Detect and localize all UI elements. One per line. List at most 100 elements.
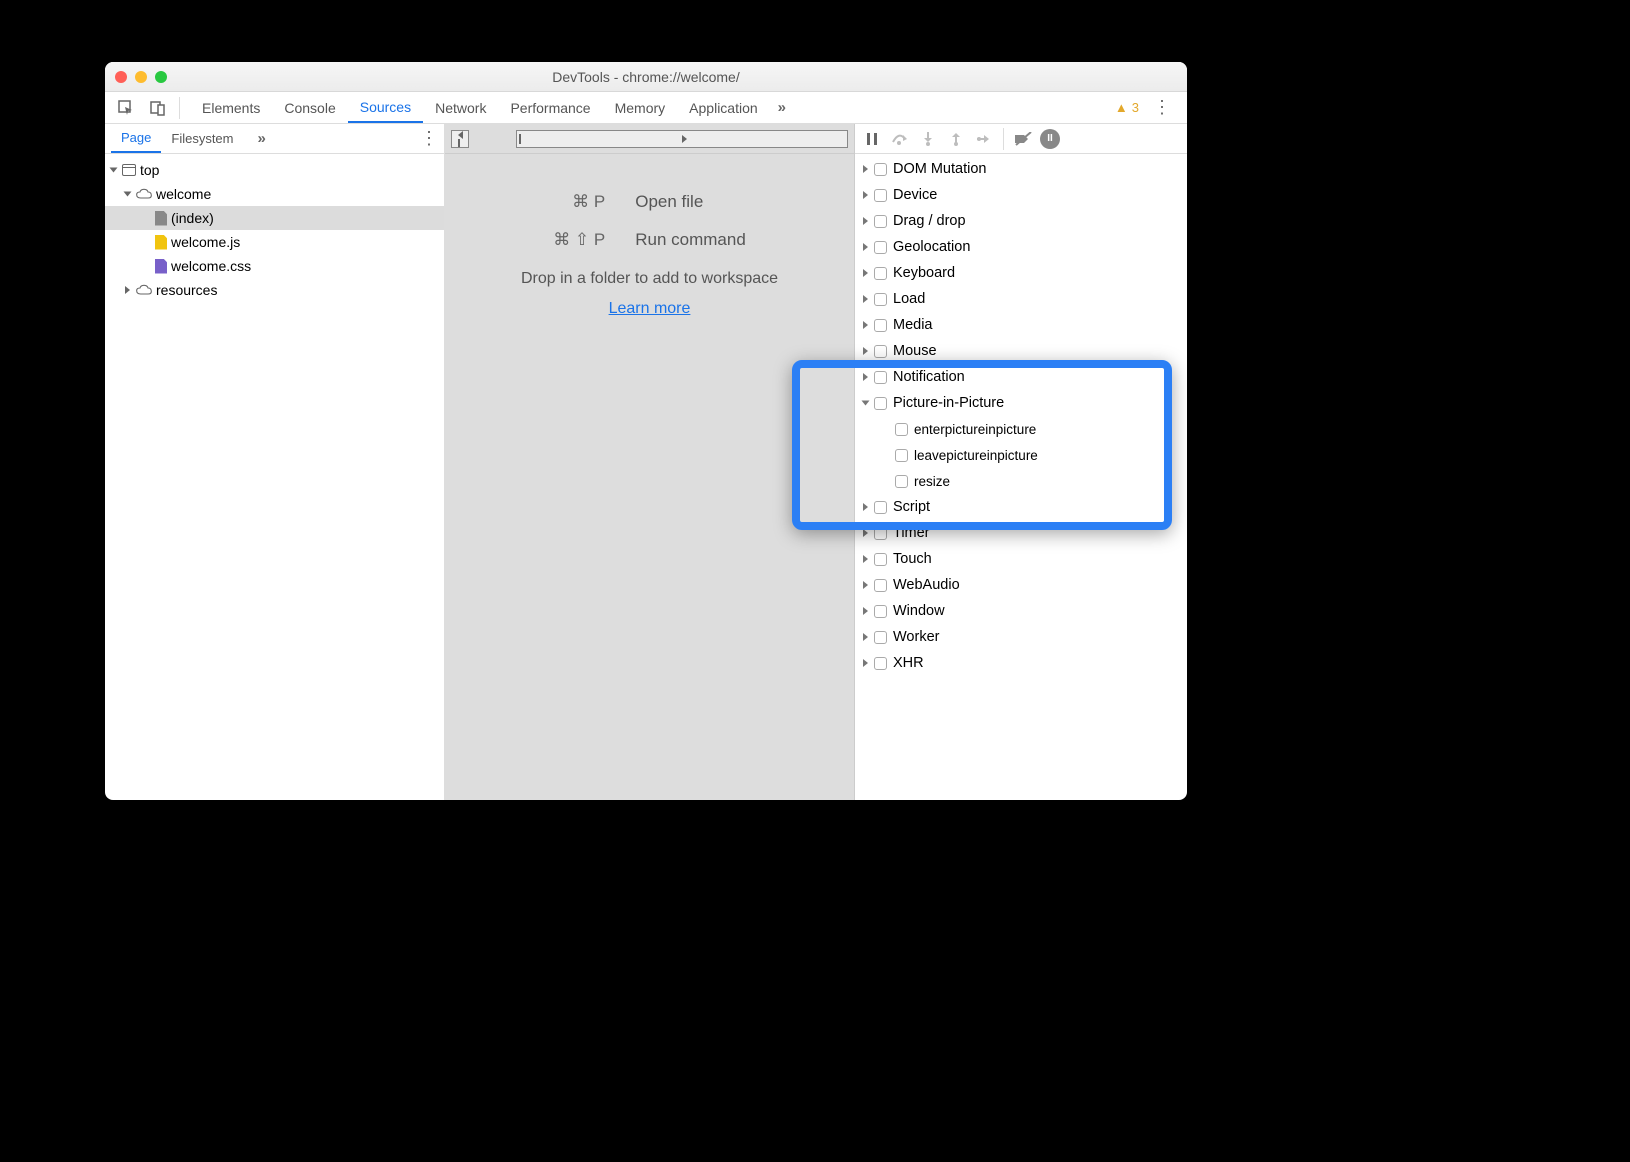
category-label: XHR bbox=[893, 655, 924, 671]
tree-node-welcome-css[interactable]: welcome.css bbox=[105, 254, 444, 278]
expand-icon bbox=[863, 659, 868, 667]
checkbox[interactable] bbox=[874, 189, 887, 202]
expand-icon bbox=[863, 217, 868, 225]
breakpoint-category[interactable]: Media bbox=[855, 312, 1187, 338]
pause-on-exceptions-button[interactable]: II bbox=[1040, 129, 1060, 149]
tab-network[interactable]: Network bbox=[423, 92, 498, 123]
expand-icon bbox=[863, 191, 868, 199]
tab-performance[interactable]: Performance bbox=[498, 92, 602, 123]
debugger-panel: II DOM MutationDeviceDrag / drop Geolocat… bbox=[855, 124, 1187, 800]
more-navigator-tabs[interactable]: » bbox=[250, 130, 274, 147]
category-label: Touch bbox=[893, 551, 932, 567]
drop-hint: Drop in a folder to add to workspace bbox=[521, 270, 778, 288]
tree-node-top[interactable]: top bbox=[105, 158, 444, 182]
checkbox[interactable] bbox=[874, 215, 887, 228]
traffic-lights bbox=[115, 71, 167, 83]
expand-icon bbox=[110, 168, 118, 173]
breakpoint-category[interactable]: Picture-in-Picture bbox=[855, 390, 1187, 416]
checkbox[interactable] bbox=[874, 527, 887, 540]
checkbox[interactable] bbox=[895, 475, 908, 488]
breakpoint-event[interactable]: resize bbox=[855, 468, 1187, 494]
tree-node-resources[interactable]: resources bbox=[105, 278, 444, 302]
checkbox[interactable] bbox=[874, 657, 887, 670]
breakpoint-category[interactable]: XHR bbox=[855, 650, 1187, 676]
expand-icon bbox=[125, 286, 130, 294]
category-label: Keyboard bbox=[893, 265, 955, 281]
breakpoint-category[interactable]: Mouse bbox=[855, 338, 1187, 364]
checkbox[interactable] bbox=[874, 605, 887, 618]
breakpoint-category[interactable]: Notification bbox=[855, 364, 1187, 390]
checkbox[interactable] bbox=[874, 163, 887, 176]
checkbox[interactable] bbox=[874, 371, 887, 384]
filesystem-tab[interactable]: Filesystem bbox=[161, 124, 243, 153]
cloud-icon bbox=[136, 282, 152, 298]
zoom-window-button[interactable] bbox=[155, 71, 167, 83]
tab-console[interactable]: Console bbox=[272, 92, 347, 123]
breakpoint-category[interactable]: Keyboard bbox=[855, 260, 1187, 286]
expand-icon bbox=[863, 295, 868, 303]
tab-memory[interactable]: Memory bbox=[603, 92, 678, 123]
breakpoint-event[interactable]: leavepictureinpicture bbox=[855, 442, 1187, 468]
tree-node-welcome[interactable]: welcome bbox=[105, 182, 444, 206]
category-label: Load bbox=[893, 291, 925, 307]
tree-node-welcome-js[interactable]: welcome.js bbox=[105, 230, 444, 254]
checkbox[interactable] bbox=[895, 449, 908, 462]
checkbox[interactable] bbox=[874, 631, 887, 644]
breakpoint-category[interactable]: Load bbox=[855, 286, 1187, 312]
checkbox[interactable] bbox=[874, 345, 887, 358]
checkbox[interactable] bbox=[874, 241, 887, 254]
step-over-button[interactable] bbox=[889, 128, 911, 150]
device-toolbar-icon[interactable] bbox=[147, 97, 169, 119]
collapse-navigator-button[interactable] bbox=[451, 130, 469, 148]
event-label: leavepictureinpicture bbox=[914, 448, 1038, 463]
checkbox[interactable] bbox=[874, 319, 887, 332]
breakpoint-category[interactable]: WebAudio bbox=[855, 572, 1187, 598]
tab-application[interactable]: Application bbox=[677, 92, 770, 123]
more-tabs-button[interactable]: » bbox=[770, 99, 794, 116]
step-out-button[interactable] bbox=[945, 128, 967, 150]
breakpoint-category[interactable]: Script bbox=[855, 494, 1187, 520]
breakpoint-category[interactable]: Timer bbox=[855, 520, 1187, 546]
step-button[interactable] bbox=[973, 128, 995, 150]
collapse-debugger-button[interactable] bbox=[516, 130, 848, 148]
breakpoint-event[interactable]: enterpictureinpicture bbox=[855, 416, 1187, 442]
breakpoint-category[interactable]: DOM Mutation bbox=[855, 156, 1187, 182]
tree-node-index[interactable]: (index) bbox=[105, 206, 444, 230]
checkbox[interactable] bbox=[874, 267, 887, 280]
inspect-element-icon[interactable] bbox=[115, 97, 137, 119]
sources-navigator: Page Filesystem » ⋮ top welcome bbox=[105, 124, 445, 800]
breakpoint-category[interactable]: Drag / drop bbox=[855, 208, 1187, 234]
checkbox[interactable] bbox=[874, 293, 887, 306]
breakpoint-category[interactable]: Device bbox=[855, 182, 1187, 208]
step-into-button[interactable] bbox=[917, 128, 939, 150]
breakpoint-category[interactable]: Geolocation bbox=[855, 234, 1187, 260]
pause-script-button[interactable] bbox=[861, 128, 883, 150]
navigator-menu-button[interactable]: ⋮ bbox=[414, 128, 444, 149]
frame-icon bbox=[122, 164, 136, 176]
checkbox[interactable] bbox=[874, 501, 887, 514]
minimize-window-button[interactable] bbox=[135, 71, 147, 83]
tab-elements[interactable]: Elements bbox=[190, 92, 272, 123]
warning-icon: ▲ bbox=[1115, 100, 1128, 115]
js-file-icon bbox=[155, 235, 167, 250]
checkbox[interactable] bbox=[874, 579, 887, 592]
warnings-badge[interactable]: ▲ 3 bbox=[1107, 100, 1147, 115]
checkbox[interactable] bbox=[895, 423, 908, 436]
close-window-button[interactable] bbox=[115, 71, 127, 83]
tab-sources[interactable]: Sources bbox=[348, 92, 423, 123]
category-label: Geolocation bbox=[893, 239, 970, 255]
learn-more-link[interactable]: Learn more bbox=[609, 300, 691, 318]
deactivate-breakpoints-button[interactable] bbox=[1012, 128, 1034, 150]
window-title: DevTools - chrome://welcome/ bbox=[105, 69, 1187, 85]
category-label: Worker bbox=[893, 629, 939, 645]
breakpoint-category[interactable]: Touch bbox=[855, 546, 1187, 572]
devtools-menu-button[interactable]: ⋮ bbox=[1147, 97, 1177, 118]
breakpoint-category[interactable]: Worker bbox=[855, 624, 1187, 650]
expand-icon bbox=[863, 633, 868, 641]
page-tab[interactable]: Page bbox=[111, 124, 161, 153]
devtools-tabs: ElementsConsoleSourcesNetworkPerformance… bbox=[105, 92, 1187, 124]
event-label: enterpictureinpicture bbox=[914, 422, 1036, 437]
checkbox[interactable] bbox=[874, 553, 887, 566]
breakpoint-category[interactable]: Window bbox=[855, 598, 1187, 624]
checkbox[interactable] bbox=[874, 397, 887, 410]
